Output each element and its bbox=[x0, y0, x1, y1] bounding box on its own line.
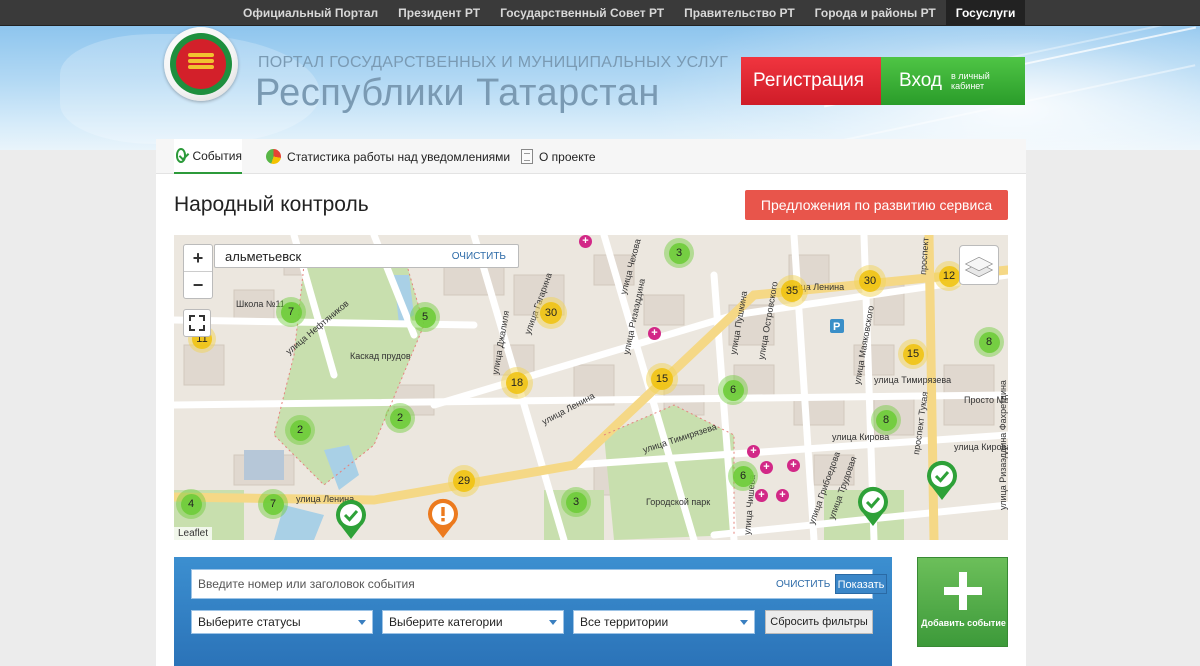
zoom-in-button[interactable]: + bbox=[184, 245, 212, 272]
event-cluster[interactable]: 3 bbox=[561, 487, 591, 517]
suggestions-button[interactable]: Предложения по развитию сервиса bbox=[745, 190, 1008, 220]
topnav-president[interactable]: Президент РТ bbox=[388, 0, 490, 26]
map-search-value[interactable]: альметьевск bbox=[225, 249, 301, 264]
event-cluster[interactable]: 30 bbox=[854, 265, 886, 297]
territory-select-value: Все территории bbox=[580, 615, 669, 629]
login-label: Вход bbox=[899, 70, 942, 91]
zoom-out-button[interactable]: − bbox=[184, 272, 212, 299]
event-cluster[interactable]: 15 bbox=[646, 363, 678, 395]
hospital-marker-icon[interactable]: + bbox=[760, 461, 773, 474]
resolved-event-pin-icon[interactable] bbox=[925, 459, 959, 501]
topnav-gosuslugi[interactable]: Госуслуги bbox=[945, 0, 1026, 26]
street-label: Каскад прудов bbox=[350, 351, 411, 361]
topnav-state-council[interactable]: Государственный Совет РТ bbox=[490, 0, 674, 26]
event-cluster[interactable]: 30 bbox=[535, 297, 567, 329]
topnav-official-portal[interactable]: Официальный Портал bbox=[233, 0, 388, 26]
event-cluster[interactable]: 7 bbox=[258, 489, 288, 519]
tab-events[interactable]: События bbox=[174, 139, 242, 174]
plus-icon bbox=[944, 572, 982, 610]
leaflet-attribution-link[interactable]: Leaflet bbox=[174, 527, 213, 540]
event-search-placeholder: Введите номер или заголовок события bbox=[198, 577, 415, 591]
hospital-marker-icon[interactable]: + bbox=[776, 489, 789, 502]
map-search-clear-link[interactable]: ОЧИСТИТЬ bbox=[452, 251, 506, 262]
filter-panel: Введите номер или заголовок события ОЧИС… bbox=[174, 557, 892, 666]
add-event-label: Добавить событие bbox=[921, 618, 1006, 628]
chevron-down-icon bbox=[740, 620, 748, 625]
tab-statistics[interactable]: Статистика работы над уведомлениями bbox=[266, 139, 510, 174]
event-cluster[interactable]: 35 bbox=[776, 275, 808, 307]
event-cluster[interactable]: 2 bbox=[285, 415, 315, 445]
event-cluster[interactable]: 29 bbox=[448, 465, 480, 497]
login-sublabel: в личный кабинет bbox=[951, 71, 990, 91]
tab-events-label: События bbox=[192, 148, 242, 163]
topnav-government[interactable]: Правительство РТ bbox=[674, 0, 805, 26]
portal-subtitle: ПОРТАЛ ГОСУДАРСТВЕННЫХ И МУНИЦИПАЛЬНЫХ У… bbox=[258, 54, 729, 71]
fullscreen-icon bbox=[189, 315, 195, 321]
event-cluster[interactable]: 8 bbox=[974, 327, 1004, 357]
event-cluster[interactable]: 5 bbox=[410, 302, 440, 332]
topnav-cities[interactable]: Города и районы РТ bbox=[805, 0, 946, 26]
event-cluster[interactable]: 8 bbox=[871, 405, 901, 435]
pie-chart-icon bbox=[266, 149, 281, 164]
category-select-value: Выберите категории bbox=[389, 615, 503, 629]
event-cluster[interactable]: 7 bbox=[276, 297, 306, 327]
login-button[interactable]: Вход в личный кабинет bbox=[881, 57, 1025, 105]
map-location-search[interactable]: альметьевск ОЧИСТИТЬ bbox=[214, 244, 519, 268]
event-search-field[interactable]: Введите номер или заголовок события ОЧИС… bbox=[191, 569, 887, 599]
event-cluster[interactable]: 18 bbox=[501, 367, 533, 399]
hospital-marker-icon[interactable]: + bbox=[787, 459, 800, 472]
territory-select[interactable]: Все территории bbox=[573, 610, 755, 634]
document-icon bbox=[521, 149, 533, 164]
svg-text:P: P bbox=[833, 321, 840, 333]
street-label: улица Ленина bbox=[540, 391, 596, 427]
street-label: улица Тимирязева bbox=[874, 375, 951, 385]
status-select[interactable]: Выберите статусы bbox=[191, 610, 373, 634]
status-select-value: Выберите статусы bbox=[198, 615, 301, 629]
events-map[interactable]: улица Нефтяников Каскад прудов улица Лен… bbox=[174, 235, 1008, 540]
event-cluster[interactable]: 4 bbox=[176, 489, 206, 519]
event-cluster[interactable]: 6 bbox=[728, 461, 758, 491]
hospital-marker-icon[interactable]: + bbox=[755, 489, 768, 502]
warning-event-pin-icon[interactable] bbox=[426, 497, 460, 539]
check-circle-icon bbox=[176, 148, 187, 163]
event-cluster[interactable]: 15 bbox=[898, 339, 928, 369]
tab-about[interactable]: О проекте bbox=[521, 139, 596, 174]
chevron-down-icon bbox=[358, 620, 366, 625]
register-button[interactable]: Регистрация bbox=[741, 57, 897, 105]
tab-bar: События Статистика работы над уведомлени… bbox=[156, 139, 1026, 174]
street-label: Городской парк bbox=[646, 497, 710, 507]
event-cluster[interactable]: 6 bbox=[718, 375, 748, 405]
street-label: улица Ризаэддина Фахретдина bbox=[998, 380, 1008, 510]
fullscreen-button[interactable] bbox=[183, 309, 211, 337]
hospital-marker-icon[interactable]: + bbox=[648, 327, 661, 340]
tab-statistics-label: Статистика работы над уведомлениями bbox=[287, 149, 511, 164]
resolved-event-pin-icon[interactable] bbox=[334, 498, 368, 540]
resolved-event-pin-icon[interactable] bbox=[856, 485, 890, 527]
hospital-marker-icon[interactable]: + bbox=[747, 445, 760, 458]
add-event-button[interactable]: Добавить событие bbox=[917, 557, 1008, 647]
tatarstan-emblem-logo[interactable] bbox=[164, 27, 238, 101]
category-select[interactable]: Выберите категории bbox=[382, 610, 564, 634]
hospital-marker-icon[interactable]: + bbox=[579, 235, 592, 248]
map-layers-button[interactable] bbox=[959, 245, 999, 285]
event-cluster[interactable]: 3 bbox=[664, 238, 694, 268]
map-zoom-control: + − bbox=[183, 244, 213, 299]
tab-about-label: О проекте bbox=[539, 149, 596, 164]
show-button[interactable]: Показать bbox=[835, 574, 887, 594]
event-cluster[interactable]: 2 bbox=[385, 403, 415, 433]
portal-title: Республики Татарстан bbox=[255, 72, 660, 114]
top-navigation: Официальный Портал Президент РТ Государс… bbox=[0, 0, 1200, 26]
reset-filters-button[interactable]: Сбросить фильтры bbox=[765, 610, 873, 634]
page-title: Народный контроль bbox=[174, 193, 369, 216]
event-search-clear-link[interactable]: ОЧИСТИТЬ bbox=[776, 579, 830, 590]
chevron-down-icon bbox=[549, 620, 557, 625]
